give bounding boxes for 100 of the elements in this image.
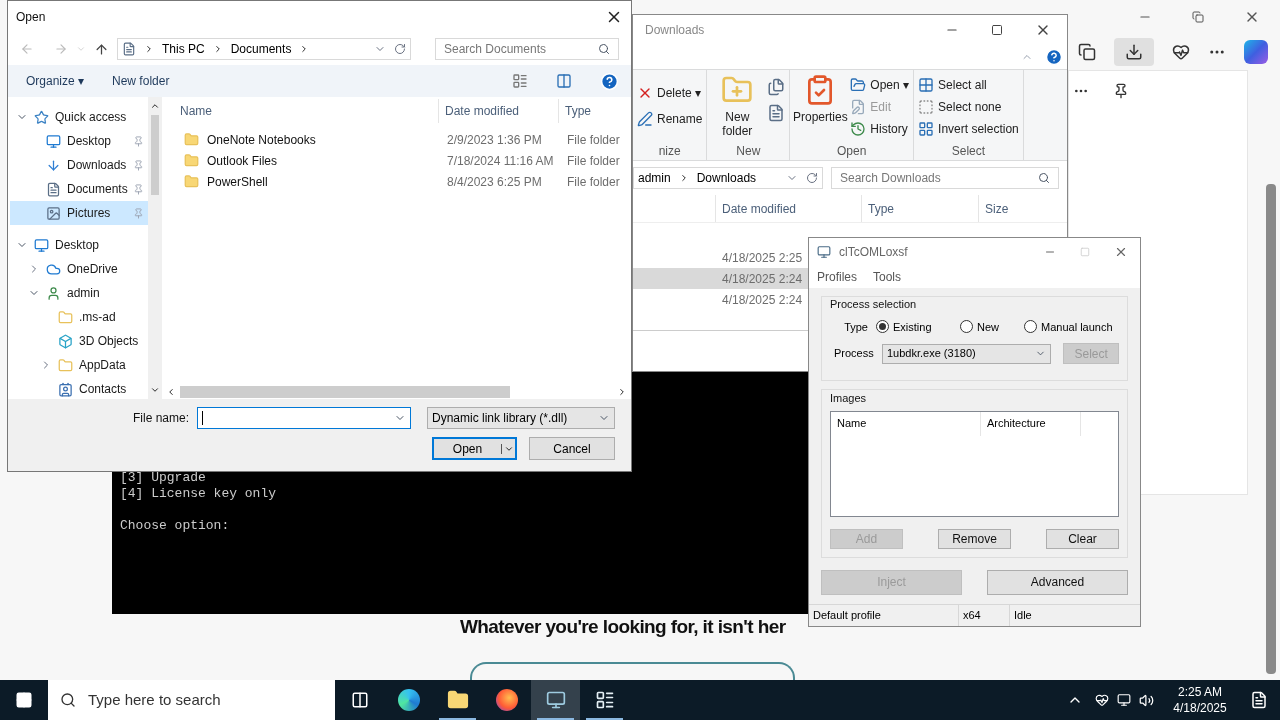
- ribbon-button[interactable]: New folder: [711, 74, 764, 138]
- view-icon[interactable]: [512, 73, 528, 89]
- file-row[interactable]: PowerShell 8/4/2023 6:25 PM File folder: [162, 171, 631, 192]
- column-header[interactable]: Size: [978, 195, 1058, 222]
- radio-button[interactable]: [1024, 320, 1037, 334]
- menu-item[interactable]: Tools: [873, 268, 902, 286]
- breadcrumb-item[interactable]: Downloads: [696, 169, 757, 187]
- menu-item[interactable]: Profiles: [817, 268, 857, 286]
- up-icon[interactable]: [94, 41, 109, 57]
- file-name-input[interactable]: [197, 407, 411, 429]
- scroll-up-icon[interactable]: [150, 101, 160, 111]
- copy-path-icon[interactable]: [767, 78, 786, 96]
- tree-item[interactable]: admin: [10, 281, 148, 305]
- download-icon[interactable]: [1125, 43, 1143, 61]
- tree-item[interactable]: 3D Objects: [10, 329, 148, 353]
- action-button[interactable]: Clear: [1046, 528, 1119, 549]
- column-header[interactable]: Architecture: [981, 411, 1081, 436]
- network-icon[interactable]: [1117, 693, 1131, 707]
- radio-option[interactable]: New: [960, 318, 1024, 335]
- file-row[interactable]: OneNote Notebooks 2/9/2023 1:36 PM File folder: [162, 129, 631, 150]
- tree-item[interactable]: Desktop: [10, 233, 148, 257]
- taskbar-search[interactable]: Type here to search: [48, 680, 335, 720]
- address-bar[interactable]: admin Downloads: [633, 167, 823, 189]
- tree-item[interactable]: Documents: [10, 177, 148, 201]
- refresh-icon[interactable]: [806, 172, 818, 184]
- toolbar-button[interactable]: Organize ▾: [26, 72, 85, 90]
- help-icon[interactable]: [600, 71, 619, 91]
- help-icon[interactable]: [1045, 48, 1063, 66]
- ribbon-button[interactable]: Open ▾: [850, 74, 910, 96]
- ribbon-button[interactable]: Select all: [918, 74, 1019, 96]
- column-header[interactable]: Name: [831, 411, 981, 436]
- type-cell-text: File folder: [567, 152, 620, 170]
- scroll-down-icon[interactable]: [150, 385, 160, 395]
- health-icon[interactable]: [1172, 43, 1190, 61]
- tree-item[interactable]: OneDrive: [10, 257, 148, 281]
- start-icon[interactable]: [15, 691, 33, 709]
- restore-icon[interactable]: [1192, 11, 1204, 23]
- tree-item[interactable]: Quick access: [10, 105, 148, 129]
- clock-time[interactable]: 2:25 AM: [1178, 684, 1222, 700]
- column-header[interactable]: Date modified: [715, 195, 861, 222]
- preview-pane-icon[interactable]: [556, 73, 572, 89]
- ribbon-button[interactable]: Rename: [637, 108, 703, 130]
- file-row[interactable]: Outlook Files 7/18/2024 11:16 AM File folder: [162, 150, 631, 171]
- file-row[interactable]: 4/18/2025 2:25: [633, 247, 809, 268]
- scrollbar-thumb[interactable]: [180, 386, 510, 398]
- tree-item[interactable]: Downloads: [10, 153, 148, 177]
- tree-item[interactable]: .ms-ad: [10, 305, 148, 329]
- folder-icon: [184, 174, 199, 189]
- tray-icon[interactable]: [1095, 693, 1109, 707]
- invert-icon: [918, 121, 935, 137]
- column-header[interactable]: Type: [558, 99, 631, 123]
- search-field[interactable]: Search Downloads: [831, 167, 1059, 189]
- file-row[interactable]: 4/18/2025 2:24: [633, 268, 809, 289]
- volume-icon[interactable]: [1139, 692, 1154, 708]
- toolbar-button[interactable]: New folder: [112, 72, 170, 90]
- date-cell-text: 4/18/2025 2:25: [722, 249, 803, 267]
- ribbon-button[interactable]: Properties: [794, 74, 847, 124]
- tree-item[interactable]: Pictures: [10, 201, 148, 225]
- address-bar[interactable]: This PC Documents: [117, 38, 411, 60]
- tree-item[interactable]: Desktop: [10, 129, 148, 153]
- scrollbar[interactable]: [148, 97, 162, 399]
- file-name: OneNote Notebooks: [207, 131, 317, 149]
- open-button[interactable]: Open: [432, 437, 517, 460]
- clock-date[interactable]: 4/18/2025: [1173, 700, 1227, 716]
- scroll-left-icon[interactable]: [166, 387, 176, 397]
- taskbar-app[interactable]: [531, 680, 580, 720]
- column-header[interactable]: Date modified: [438, 99, 558, 123]
- horizontal-scrollbar[interactable]: [166, 385, 627, 399]
- breadcrumb-item[interactable]: This PC: [162, 40, 205, 58]
- ribbon-button[interactable]: Invert selection: [918, 118, 1019, 140]
- column-header[interactable]: Name: [174, 99, 438, 123]
- search-field[interactable]: Search Documents: [435, 38, 619, 60]
- maximize-icon[interactable]: [991, 24, 1003, 36]
- notifications-icon[interactable]: [1250, 691, 1268, 709]
- file-type-dropdown[interactable]: Dynamic link library (*.dll): [427, 407, 615, 429]
- assistant-icon[interactable]: [1244, 40, 1268, 64]
- action-button[interactable]: Advanced: [987, 569, 1128, 595]
- cancel-button[interactable]: Cancel: [529, 437, 615, 460]
- radio-button[interactable]: [876, 320, 889, 334]
- breadcrumb-item[interactable]: Documents: [230, 40, 292, 58]
- scroll-right-icon[interactable]: [617, 387, 627, 397]
- pin-icon[interactable]: [1113, 83, 1129, 99]
- breadcrumb-item[interactable]: admin: [638, 169, 671, 187]
- ribbon-button[interactable]: Delete ▾: [637, 82, 703, 104]
- radio-option[interactable]: Manual launch: [1024, 318, 1113, 335]
- process-dropdown[interactable]: 1ubdkr.exe (3180): [882, 343, 1052, 364]
- action-button[interactable]: Remove: [938, 528, 1011, 549]
- file-row[interactable]: 4/18/2025 2:24: [633, 289, 809, 310]
- ribbon-button[interactable]: History: [850, 118, 910, 140]
- collections-icon[interactable]: [1078, 43, 1096, 61]
- scrollbar-thumb[interactable]: [151, 115, 159, 195]
- ribbon-button[interactable]: Select none: [918, 96, 1019, 118]
- column-header[interactable]: Type: [861, 195, 978, 222]
- refresh-icon[interactable]: [394, 43, 406, 55]
- tree-item[interactable]: AppData: [10, 353, 148, 377]
- new-item-icon[interactable]: [767, 104, 786, 122]
- radio-button[interactable]: [960, 320, 973, 334]
- radio-option[interactable]: Existing: [876, 318, 960, 335]
- scrollbar[interactable]: [1266, 184, 1276, 674]
- tree-item[interactable]: Contacts: [10, 377, 148, 399]
